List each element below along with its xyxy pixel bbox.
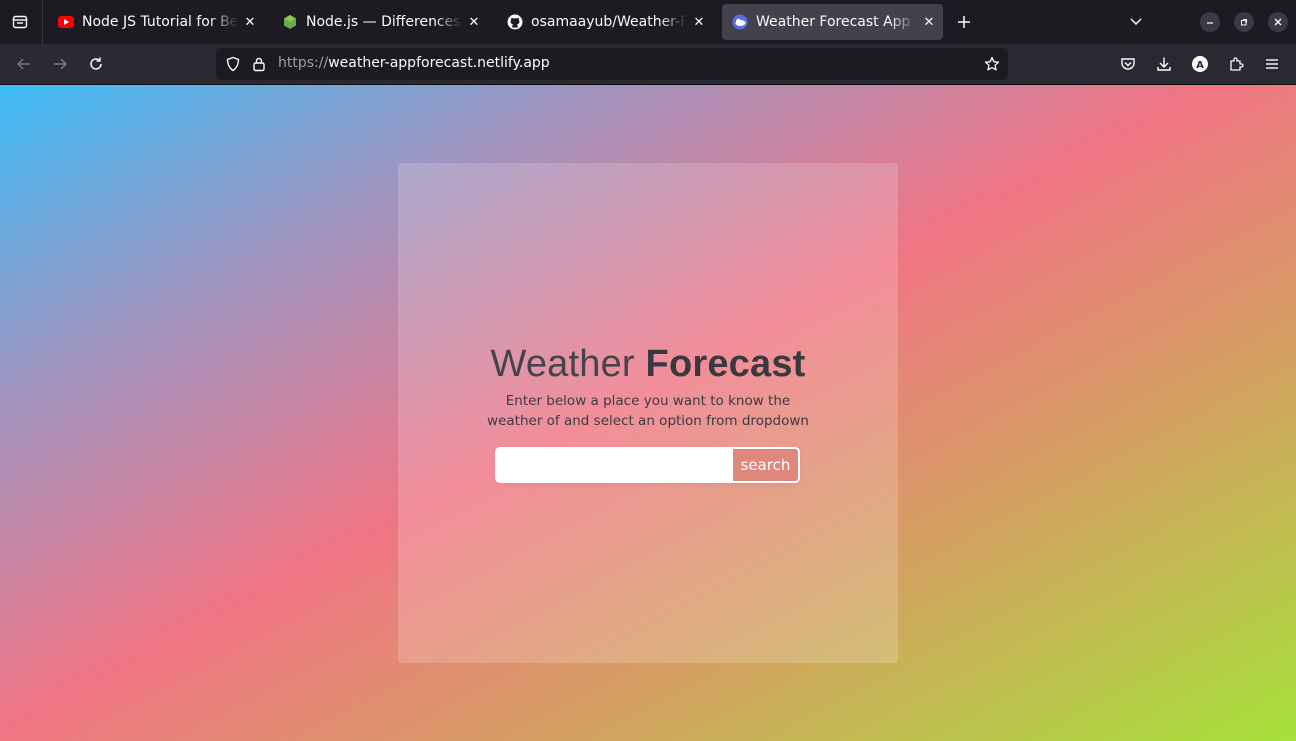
address-bar[interactable]: https://weather-appforecast.netlify.app [216,48,1008,80]
tab-title: Weather Forecast App made [756,14,917,30]
tab-weather-forecast[interactable]: Weather Forecast App made ✕ [722,4,943,40]
url-host: weather-appforecast.netlify.app [328,55,550,71]
lock-icon[interactable] [250,55,268,73]
forward-arrow-icon[interactable] [48,52,72,76]
weather-card: Weather Forecast Enter below a place you… [398,163,898,663]
pocket-icon[interactable] [1116,52,1140,76]
extensions-icon[interactable] [1224,52,1248,76]
close-tab-icon[interactable]: ✕ [464,12,484,32]
close-tab-icon[interactable]: ✕ [240,12,260,32]
bookmark-star-icon[interactable] [982,54,1002,74]
reload-icon[interactable] [84,52,108,76]
hamburger-menu-icon[interactable] [1260,52,1284,76]
page-title: Weather Forecast [398,343,898,386]
instructions-text: Enter below a place you want to know the… [487,393,809,429]
close-tab-icon[interactable]: ✕ [689,12,709,32]
search-input[interactable] [497,449,733,481]
chevron-down-icon[interactable] [1124,10,1148,34]
close-window-icon[interactable] [1268,12,1288,32]
download-icon[interactable] [1152,52,1176,76]
tab-title: Node.js — Differences between [306,14,462,30]
account-avatar-icon[interactable]: A [1188,52,1212,76]
tab-github[interactable]: osamaayub/Weather-Forecast ✕ [497,4,713,40]
tab-title: osamaayub/Weather-Forecast [531,14,687,30]
tab-nodejs[interactable]: Node.js — Differences between ✕ [272,4,488,40]
search-form: search [495,447,800,483]
page-background: Weather Forecast Enter below a place you… [0,85,1296,741]
new-tab-icon[interactable] [952,10,976,34]
restore-icon[interactable] [1234,12,1254,32]
nodejs-icon [282,14,298,30]
close-tab-icon[interactable]: ✕ [919,12,939,32]
github-icon [507,14,523,30]
navigation-toolbar: https://weather-appforecast.netlify.app … [0,44,1296,85]
minimize-icon[interactable] [1200,12,1220,32]
title-light: Weather [490,343,635,385]
url-text[interactable]: https://weather-appforecast.netlify.app [278,55,550,71]
back-arrow-icon[interactable] [12,52,36,76]
weather-app-icon [732,14,748,30]
tab-youtube[interactable]: Node JS Tutorial for Beginners ✕ [48,4,264,40]
youtube-icon [58,14,74,30]
svg-text:A: A [1196,60,1204,71]
url-scheme: https:// [278,55,329,71]
title-bold: Forecast [645,343,806,385]
tab-title: Node JS Tutorial for Beginners [82,14,238,30]
tab-bar: Node JS Tutorial for Beginners ✕ Node.js… [0,0,1296,44]
firefox-view-icon[interactable] [8,10,32,34]
tab-separator [42,0,43,44]
shield-icon[interactable] [224,55,242,73]
search-button[interactable]: search [733,449,798,481]
